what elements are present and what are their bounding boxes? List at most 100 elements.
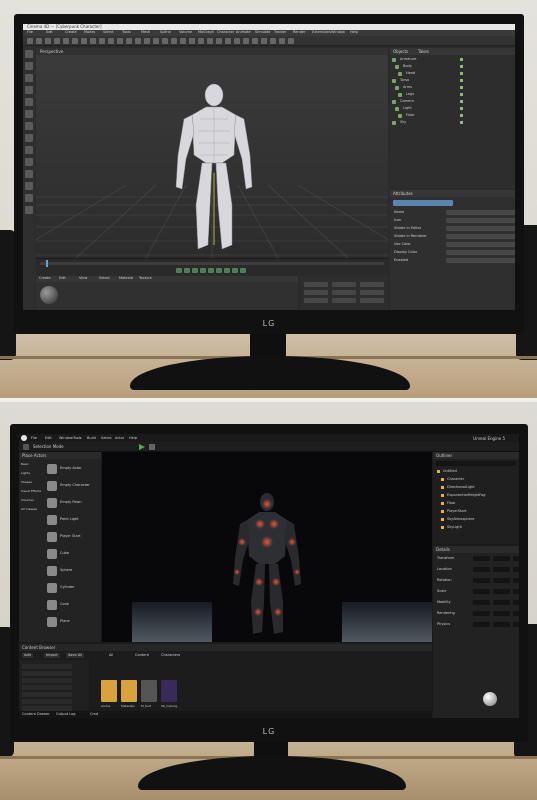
breadcrumb-item[interactable]: All [109,653,113,658]
menu-item[interactable]: Mesh [141,30,150,35]
asset-tile[interactable]: M_Suit [141,680,157,708]
object-row[interactable]: Armature [392,57,513,63]
toolbar-icon[interactable] [261,38,267,44]
menu-item[interactable]: Edit [46,30,53,35]
visibility-icon[interactable] [460,107,463,110]
toolbar-icon[interactable] [225,38,231,44]
coordinate-field[interactable] [304,282,328,287]
playback-icon[interactable] [176,268,182,273]
menu-item[interactable]: Animate [236,30,251,35]
playback-icon[interactable] [184,268,190,273]
folder-tree-items[interactable] [22,664,72,718]
object-row[interactable]: Body [392,64,513,70]
coordinate-field[interactable] [332,298,356,303]
coordinate-field[interactable] [332,282,356,287]
playback-icon[interactable] [200,268,206,273]
details-field[interactable] [493,622,510,627]
breadcrumb-item[interactable]: Content [135,653,149,658]
menu-item[interactable]: Edit [45,436,52,441]
tool-icon[interactable] [25,50,33,58]
toolbar-icon[interactable] [117,38,123,44]
object-row[interactable]: Floor [392,113,513,119]
status-item[interactable]: Cmd [90,712,98,717]
tool-icon[interactable] [25,110,33,118]
place-actor-item[interactable]: Empty Pawn [47,496,97,510]
status-item[interactable]: Content Drawer [22,712,50,717]
outliner-item[interactable]: Untitled [443,469,457,474]
menu-item[interactable]: Select [101,436,112,441]
toolbar-icon[interactable] [126,38,132,44]
place-actor-item[interactable]: Empty Character [47,479,97,493]
outliner-item[interactable]: ExponentialHeightFog [447,493,486,498]
visibility-icon[interactable] [460,121,463,124]
object-row[interactable]: Light [392,106,513,112]
menu-item[interactable]: Select [103,30,114,35]
visibility-icon[interactable] [460,65,463,68]
details-field[interactable] [493,556,510,561]
breadcrumb-item[interactable]: Characters [161,653,180,658]
material-tab[interactable]: View [79,276,87,281]
object-row[interactable]: Camera [392,99,513,105]
toolbar-icon[interactable] [162,38,168,44]
details-field[interactable] [493,578,510,583]
coordinate-field[interactable] [332,290,356,295]
toolbar-icon[interactable] [234,38,240,44]
asset-tile[interactable]: Materials [121,680,137,708]
tool-icon[interactable] [25,122,33,130]
details-field[interactable] [493,600,510,605]
save-icon[interactable] [23,444,29,450]
toolbar-icon[interactable] [72,38,78,44]
details-field[interactable] [473,556,490,561]
playhead[interactable] [46,260,48,267]
material-tab[interactable]: Edit [59,276,66,281]
toolbar-icon[interactable] [189,38,195,44]
visibility-icon[interactable] [460,58,463,61]
place-actor-item[interactable]: Player Start [47,530,97,544]
outliner-item[interactable]: Character [447,477,464,482]
visibility-icon[interactable] [460,72,463,75]
details-field[interactable] [493,611,510,616]
menu-item[interactable]: Extensions [312,30,331,35]
menu-item[interactable]: MoGraph [198,30,214,35]
outliner-item[interactable]: SkyLight [447,525,462,530]
status-item[interactable]: Output Log [56,712,76,717]
tool-icon[interactable] [25,74,33,82]
object-row[interactable]: Sky [392,120,513,126]
stop-icon[interactable] [149,444,155,450]
toolbar-icon[interactable] [180,38,186,44]
details-field[interactable] [513,578,519,583]
coordinate-field[interactable] [304,298,328,303]
coordinate-field[interactable] [360,282,384,287]
outliner-item[interactable]: DirectionalLight [447,485,475,490]
playback-icon[interactable] [224,268,230,273]
tool-icon[interactable] [25,182,33,190]
visibility-icon[interactable] [460,79,463,82]
asset-tile[interactable]: Anims [101,680,117,708]
c4d-viewport[interactable]: Perspective [36,48,388,258]
details-field[interactable] [473,622,490,627]
toolbar-icon[interactable] [27,38,33,44]
coordinate-field[interactable] [304,290,328,295]
coordinate-field[interactable] [360,290,384,295]
tool-icon[interactable] [25,158,33,166]
object-row[interactable]: Head [392,71,513,77]
visibility-icon[interactable] [460,86,463,89]
tool-icon[interactable] [25,62,33,70]
toolbar-icon[interactable] [270,38,276,44]
menu-item[interactable]: Volume [179,30,192,35]
outliner-search-input[interactable] [436,461,516,466]
material-tab[interactable]: Select [99,276,110,281]
material-tab[interactable]: Create [39,276,51,281]
attribute-field[interactable] [446,218,515,223]
menu-item[interactable]: File [27,30,33,35]
material-swatch[interactable] [40,286,58,304]
details-field[interactable] [493,589,510,594]
outliner-item[interactable]: PlayerStart [447,509,466,514]
toolbar-icon[interactable] [90,38,96,44]
toolbar-icon[interactable] [144,38,150,44]
menu-item[interactable]: Window [59,436,73,441]
play-icon[interactable] [139,444,145,450]
tool-icon[interactable] [25,194,33,202]
outliner-item[interactable]: SkyAtmosphere [447,517,474,522]
menu-item[interactable]: Spline [160,30,171,35]
